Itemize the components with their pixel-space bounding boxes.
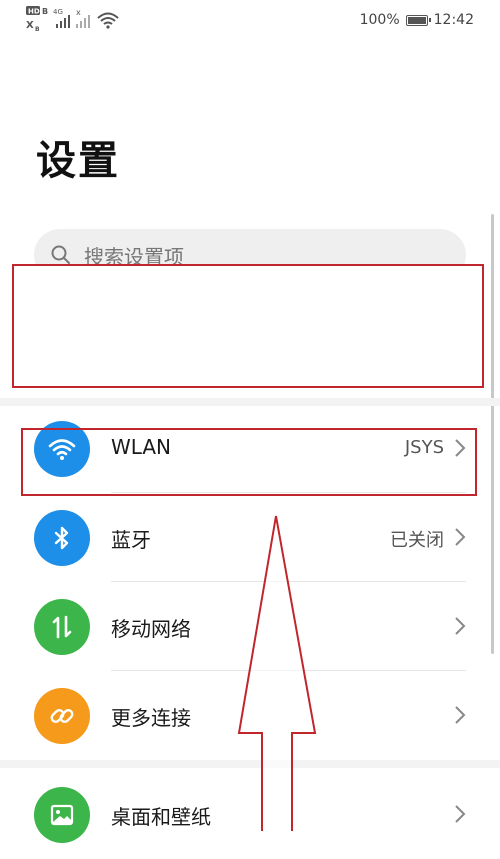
svg-text:x: x [76,8,81,17]
settings-row-more-connections[interactable]: 更多连接 [0,672,500,760]
row-divider [111,670,466,671]
settings-row-label: 桌面和壁纸 [111,805,211,829]
page-title: 设置 [36,138,120,184]
svg-text:B: B [42,7,48,16]
svg-text:HD: HD [28,8,40,16]
search-icon [51,245,70,264]
row-divider [111,581,466,582]
chevron-right-icon [455,617,466,635]
chevron-right-icon [455,805,466,823]
battery-icon [405,14,431,26]
wallpaper-icon [34,787,90,843]
bluetooth-icon [34,510,90,566]
mobile-network-icon [34,599,90,655]
settings-row-wallpaper[interactable]: 桌面和壁纸 [0,771,500,859]
status-right: 100% 12:42 [360,10,474,30]
settings-row-value: 已关闭 [390,530,444,551]
highlight-box-wlan [21,428,477,496]
signal-indicators-icon: HD B X B 4G x [26,6,119,32]
clock: 12:42 [433,12,474,28]
settings-row-mobile-network[interactable]: 移动网络 [0,583,500,671]
svg-text:X: X [26,20,34,31]
svg-text:B: B [35,26,40,32]
chevron-right-icon [455,528,466,546]
section-divider [0,760,500,768]
settings-row-label: 移动网络 [111,617,191,641]
battery-percent: 100% [359,12,400,28]
settings-row-label: 蓝牙 [111,528,151,552]
link-icon [34,688,90,744]
svg-text:4G: 4G [53,8,63,16]
settings-row-label: 更多连接 [111,706,191,730]
settings-row-bluetooth[interactable]: 蓝牙 已关闭 [0,494,500,582]
chevron-right-icon [455,706,466,724]
highlight-box-account [12,264,484,388]
status-bar: HD B X B 4G x 100% 12:42 [0,0,500,40]
